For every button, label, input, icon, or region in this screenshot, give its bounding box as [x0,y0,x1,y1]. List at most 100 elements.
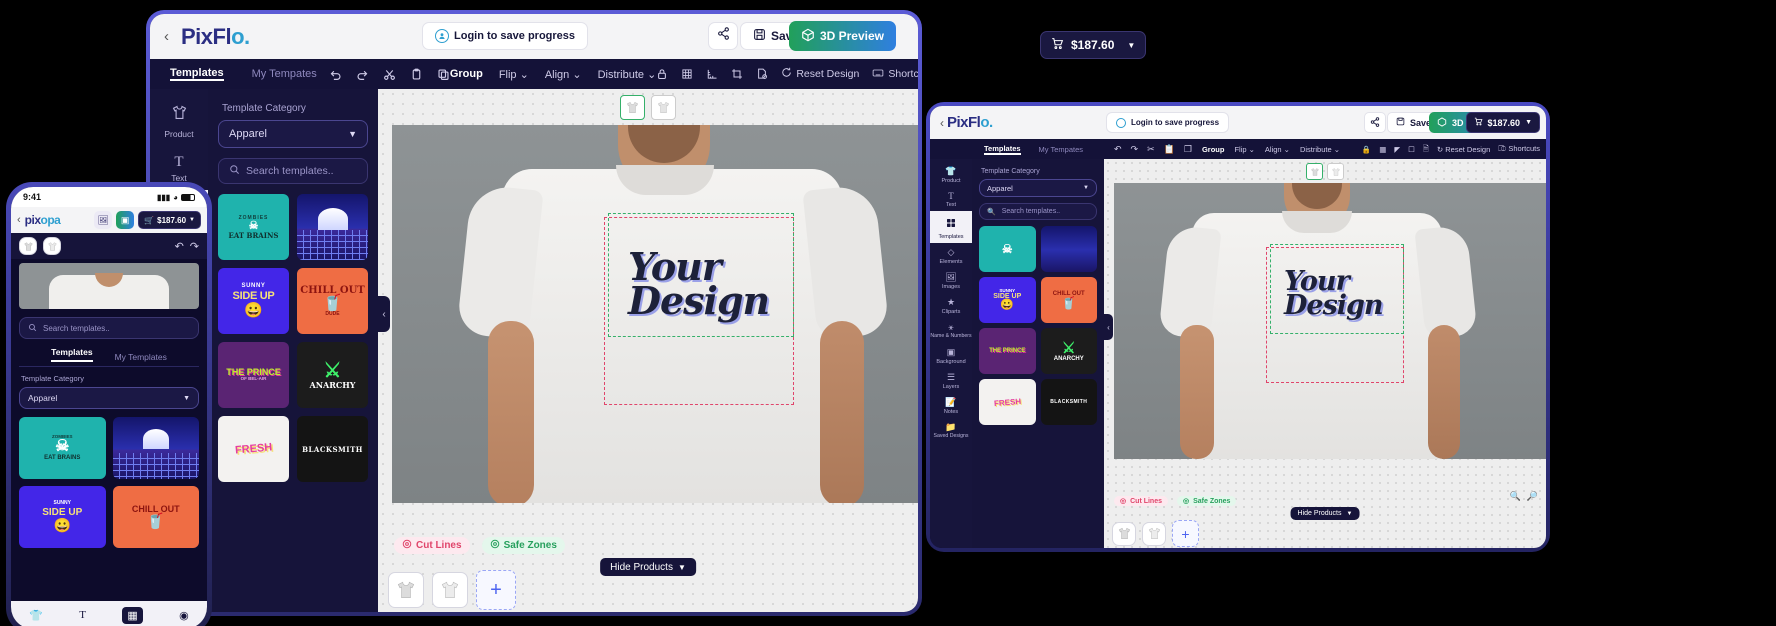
tablet-price-cart-button[interactable]: $187.60 ▼ [1465,112,1540,133]
preview-3d-button[interactable]: 3D Preview [788,21,896,51]
product-variant-front[interactable] [1112,521,1136,546]
tab-templates[interactable]: Templates [170,67,224,81]
zoom-in-icon[interactable]: 🔍 [1510,491,1521,502]
template-search-input[interactable]: Search templates.. [218,158,368,184]
login-button[interactable]: Login to save progress [422,22,589,50]
ruler-icon[interactable]: ◤ [1394,145,1400,154]
product-variant-back[interactable] [1142,521,1166,546]
tab-templates[interactable]: Templates [984,144,1021,155]
safe-zones-toggle[interactable]: ◎ Safe Zones [1177,496,1237,506]
undo-icon[interactable]: ↶ [1114,144,1122,155]
view-thumb-back[interactable] [1327,163,1344,180]
align-menu[interactable]: Align ⌄ [545,68,582,81]
tshirt-icon[interactable]: 👕 [29,609,43,622]
template-category-select[interactable]: Apparel ▼ [218,120,368,148]
back-icon[interactable]: ‹ [164,28,169,45]
template-thumb-retro-sunset[interactable] [297,194,368,260]
template-thumb-blacksmith[interactable]: BLACKSMITH [1040,379,1097,425]
text-t-icon[interactable]: T [79,609,86,621]
tab-my-templates[interactable]: My Tempates [1039,145,1083,154]
template-thumb-zombies[interactable]: ZOMBIES ☠ EAT BRAINS [218,194,289,260]
page-remove-icon[interactable]: 🗎 [1423,143,1429,156]
grid-squares-icon[interactable]: ▦ [122,606,143,624]
duplicate-icon[interactable] [437,68,450,81]
safe-zones-toggle[interactable]: Safe Zones [481,537,565,554]
zoom-out-icon[interactable]: 🔎 [1527,491,1538,502]
template-thumb-anarchy[interactable]: ⚔ ANARCHY [297,342,368,408]
crop-icon[interactable] [731,68,743,80]
sidebar-item-product[interactable]: 👕 Product [930,162,972,187]
product-variant-back[interactable] [432,572,468,608]
undo-icon[interactable]: ↶ [175,240,184,253]
clipboard-icon[interactable] [410,68,423,81]
template-thumb-sunny-side-up[interactable]: SUNNY SIDE UP 😀 [979,277,1036,323]
template-thumb-sunny-side-up[interactable]: SUNNY SIDE UP 😀 [218,268,289,334]
sidebar-item-background[interactable]: ▣ Background [930,343,972,368]
tablet-design-canvas[interactable]: Your Design ◎ Cut Lines ◎ Safe Zones 🔍 🔎 [1104,159,1546,548]
template-thumb-retro-sunset[interactable] [1040,226,1097,272]
flip-menu[interactable]: Flip ⌄ [499,68,529,81]
template-thumb-retro-sunset[interactable] [112,417,199,479]
template-thumb-chill-out[interactable]: CHILL OUT 🥤 [112,486,199,548]
tablet-logo[interactable]: PixFl o. [947,114,993,131]
flip-menu[interactable]: Flip ⌄ [1234,145,1254,154]
back-icon[interactable]: ‹ [940,116,944,130]
sidebar-item-layers[interactable]: ☰ Layers [930,368,972,393]
design-canvas[interactable]: Your Design Cut Lines Safe Zones Hide Pr… [378,89,918,612]
tablet-hide-products-button[interactable]: Hide Products ▼ [1290,507,1360,520]
template-thumb-fresh[interactable]: FRESH [979,379,1036,425]
view-thumb-front[interactable] [620,95,645,120]
redo-icon[interactable]: ↷ [190,240,199,253]
phone-template-category-select[interactable]: Apparel ▼ [19,387,199,409]
shapes-icon[interactable]: ◉ [179,609,189,622]
redo-icon[interactable]: ↷ [1131,144,1139,155]
grid-icon[interactable]: ▦ [1379,145,1386,154]
cube-icon[interactable]: ▣ [116,211,135,229]
template-thumb-chill-out[interactable]: CHILL OUT 🥤 [1040,277,1097,323]
back-icon[interactable]: ‹ [17,214,21,226]
group-menu[interactable]: Group [450,68,483,80]
app-logo[interactable]: PixFl o. [181,24,250,50]
template-search-input[interactable]: 🔍 Search templates.. [979,203,1097,220]
add-product-button[interactable]: + [1172,520,1199,547]
tab-templates[interactable]: Templates [51,347,93,362]
template-thumb-fresh[interactable]: FRESH [218,416,289,482]
phone-template-search-input[interactable]: Search templates.. [19,317,199,339]
template-thumb-zombies[interactable]: ZOMBIES ☠ EAT BRAINS [19,417,106,479]
tab-my-templates[interactable]: My Templates [115,352,167,362]
distribute-menu[interactable]: Distribute ⌄ [598,68,657,81]
page-remove-icon[interactable] [756,68,768,80]
distribute-menu[interactable]: Distribute ⌄ [1300,145,1340,154]
phone-design-canvas[interactable] [19,263,199,309]
template-thumb-chill-out[interactable]: CHILL OUT 🥤 DUDE [297,268,368,334]
lock-icon[interactable]: 🔒 [1362,145,1371,154]
price-cart-button[interactable]: $187.60 ▼ [1040,31,1147,59]
template-thumb-zombies[interactable]: ☠ [979,226,1036,272]
template-category-select[interactable]: Apparel ▼ [979,179,1097,197]
template-thumb-the-prince[interactable]: THE PRINCE OF BEL-AIR [218,342,289,408]
product-variant-front[interactable] [388,572,424,608]
group-menu[interactable]: Group [1202,145,1225,154]
sidebar-item-cliparts[interactable]: ★ Cliparts [930,293,972,318]
sidebar-item-text[interactable]: T Text [930,187,972,211]
sidebar-item-notes[interactable]: 📝 Notes [930,393,972,418]
template-thumb-sunny-side-up[interactable]: SUNNY SIDE UP 😀 [19,486,106,548]
add-product-button[interactable]: + [476,570,516,610]
sidebar-item-saved-designs[interactable]: 📁 Saved Designs [930,418,972,443]
undo-icon[interactable] [329,68,342,81]
view-thumb-back[interactable] [651,95,676,120]
align-menu[interactable]: Align ⌄ [1265,145,1290,154]
redo-icon[interactable] [356,68,369,81]
phone-price-cart-button[interactable]: 🛒 $187.60 ▼ [138,211,201,229]
image-icon[interactable]: 🖼 [94,211,113,229]
template-thumb-anarchy[interactable]: ⚔ ANARCHY [1040,328,1097,374]
template-thumb-blacksmith[interactable]: BLACKSMITH [297,416,368,482]
phone-logo[interactable]: pix opa [25,213,61,227]
shortcuts-button[interactable]: Shortcuts [872,67,918,82]
crop-icon[interactable]: ☐ [1408,145,1415,154]
sidebar-item-elements[interactable]: ◇ Elements [930,243,972,268]
your-design-text[interactable]: Your Design [628,247,770,319]
sidebar-item-product[interactable]: Product [150,95,208,146]
sidebar-item-templates[interactable]: Templates [930,211,972,243]
shortcuts-button[interactable]: ⎄ Shortcuts [1498,144,1540,154]
